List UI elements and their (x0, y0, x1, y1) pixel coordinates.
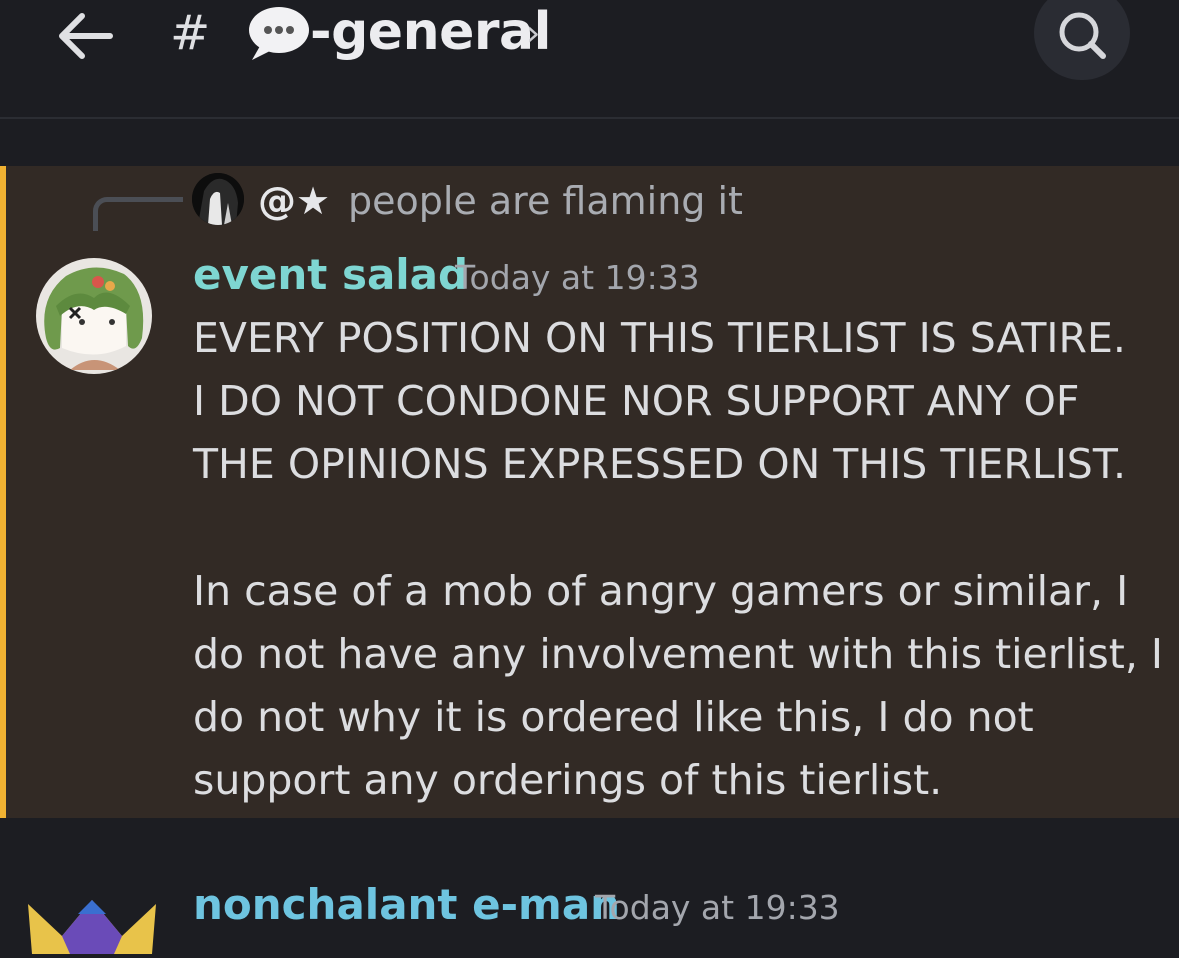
speech-bubble-icon (244, 4, 310, 62)
message-line: EVERY POSITION ON THIS TIERLIST IS SATIR… (193, 314, 1126, 362)
message-line: I DO NOT CONDONE NOR SUPPORT ANY OF (193, 377, 1080, 425)
reply-preview-text[interactable]: people are flaming it (348, 176, 743, 226)
author-avatar[interactable] (36, 258, 152, 374)
back-button[interactable] (52, 8, 118, 64)
highlighted-message[interactable]: @★ people are flaming it event salad Tod… (0, 166, 1179, 818)
mention-highlight-bar (0, 166, 6, 818)
channel-name[interactable]: -general (310, 0, 551, 64)
chevron-right-icon[interactable]: › (526, 6, 540, 62)
message-line: THE OPINIONS EXPRESSED ON THIS TIERLIST. (193, 440, 1127, 488)
reply-connector (93, 197, 183, 231)
next-author-username[interactable]: nonchalant e-man (193, 878, 620, 932)
author-username[interactable]: event salad (193, 248, 468, 302)
channel-hash-icon: # (170, 5, 211, 61)
next-message[interactable]: nonchalant e-man Today at 19:33 (0, 818, 1179, 954)
message-line: do not have any involvement with this ti… (193, 630, 1164, 678)
message-timestamp: Today at 19:33 (455, 258, 700, 297)
message-line: In case of a mob of angry gamers or simi… (193, 567, 1129, 615)
reply-avatar[interactable] (192, 173, 244, 225)
arrow-left-icon (59, 13, 113, 59)
message-line: support any orderings of this tierlist. (193, 756, 943, 804)
next-author-avatar[interactable] (22, 874, 162, 954)
channel-header: # -general › (0, 0, 1179, 118)
message-line: do not why it is ordered like this, I do… (193, 693, 1034, 741)
search-button[interactable] (1034, 0, 1130, 80)
search-icon (1059, 12, 1106, 59)
header-divider (0, 117, 1179, 119)
reply-username[interactable]: @★ (258, 176, 330, 226)
next-message-timestamp: Today at 19:33 (595, 888, 840, 927)
